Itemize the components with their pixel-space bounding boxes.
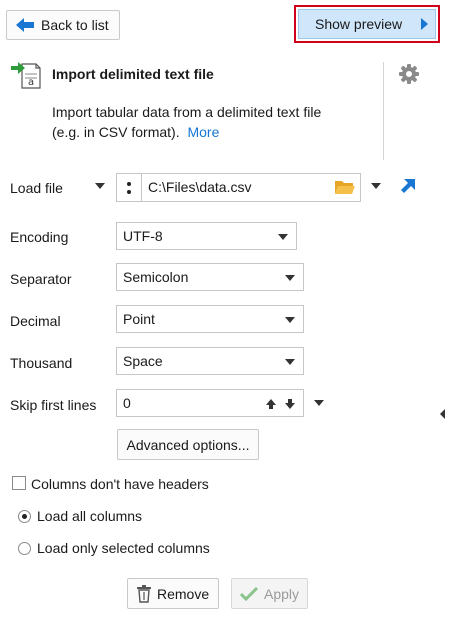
- node-title: Import delimited text file: [52, 66, 214, 82]
- skip-first-lines-label: Skip first lines: [10, 397, 97, 413]
- chevron-down-icon: [285, 275, 295, 281]
- load-file-path: C:\Files\data.csv: [148, 179, 252, 195]
- load-selected-columns-label: Load only selected columns: [37, 540, 210, 556]
- node-description-line2-row: (e.g. in CSV format). More: [52, 124, 219, 140]
- encoding-select[interactable]: UTF-8: [116, 222, 297, 250]
- separator-value: Semicolon: [123, 269, 189, 285]
- skip-first-lines-value: 0: [123, 395, 131, 411]
- show-preview-button[interactable]: Show preview: [298, 9, 436, 39]
- load-all-columns-label: Load all columns: [37, 508, 143, 524]
- load-all-columns-radio[interactable]: [18, 510, 31, 523]
- load-file-options-dropdown[interactable]: [95, 183, 105, 189]
- columns-no-headers-checkbox[interactable]: [12, 476, 26, 490]
- trash-icon: [137, 584, 151, 603]
- advanced-options-button[interactable]: Advanced options...: [117, 429, 259, 460]
- chevron-right-icon: [421, 18, 428, 30]
- remove-button[interactable]: Remove: [127, 578, 219, 609]
- node-description-line2: (e.g. in CSV format).: [52, 124, 180, 140]
- advanced-options-label: Advanced options...: [126, 436, 250, 453]
- thousand-select[interactable]: Space: [116, 347, 304, 375]
- chevron-down-icon: [285, 359, 295, 365]
- open-link-arrow-icon[interactable]: [400, 178, 416, 194]
- apply-button[interactable]: Apply: [231, 578, 308, 609]
- load-selected-columns-radio[interactable]: [18, 542, 31, 555]
- separator-label: Separator: [10, 271, 72, 287]
- load-file-history-dropdown[interactable]: [371, 183, 381, 189]
- apply-label: Apply: [264, 585, 300, 602]
- back-to-list-label: Back to list: [41, 17, 109, 33]
- back-to-list-button[interactable]: Back to list: [6, 10, 120, 40]
- node-description-line1: Import tabular data from a delimited tex…: [52, 104, 322, 120]
- arrow-up-icon[interactable]: [265, 398, 277, 410]
- folder-open-icon[interactable]: [334, 178, 356, 196]
- decimal-label: Decimal: [10, 313, 61, 329]
- arrow-left-icon: [16, 18, 34, 32]
- gear-icon[interactable]: [398, 63, 420, 85]
- import-file-icon: a: [11, 62, 41, 89]
- svg-text:a: a: [28, 77, 34, 88]
- more-vertical-icon[interactable]: [117, 174, 142, 201]
- thousand-label: Thousand: [10, 355, 73, 371]
- columns-no-headers-label: Columns don't have headers: [31, 476, 209, 492]
- load-file-input[interactable]: C:\Files\data.csv: [116, 173, 361, 202]
- load-file-label: Load file: [10, 180, 63, 196]
- thousand-value: Space: [123, 353, 163, 369]
- chevron-down-icon: [278, 234, 288, 240]
- collapse-panel-icon[interactable]: [439, 408, 447, 420]
- remove-label: Remove: [157, 585, 210, 602]
- show-preview-label: Show preview: [315, 16, 403, 32]
- check-icon: [240, 586, 258, 601]
- header-divider: [383, 62, 384, 160]
- chevron-down-icon: [285, 317, 295, 323]
- encoding-value: UTF-8: [123, 228, 163, 244]
- skip-lines-options-dropdown[interactable]: [314, 400, 324, 406]
- decimal-value: Point: [123, 311, 155, 327]
- arrow-down-icon[interactable]: [284, 398, 296, 410]
- encoding-label: Encoding: [10, 229, 69, 245]
- more-link[interactable]: More: [187, 124, 219, 140]
- skip-first-lines-stepper[interactable]: 0: [116, 389, 304, 417]
- separator-select[interactable]: Semicolon: [116, 263, 304, 291]
- decimal-select[interactable]: Point: [116, 305, 304, 333]
